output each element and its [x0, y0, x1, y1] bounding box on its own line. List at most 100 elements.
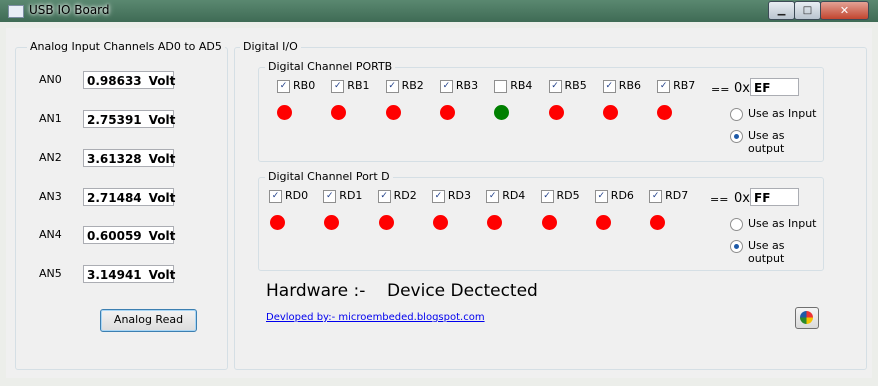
pin-checkbox[interactable]: ✓: [657, 80, 671, 93]
portb-hex-prefix: 0x: [734, 81, 750, 96]
analog-channel-label: AN2: [39, 151, 62, 164]
digital-io-group: Digital I/O Digital Channel PORTB ✓ RB0 ✓ R…: [234, 40, 867, 370]
pin-label: RB7: [673, 79, 696, 92]
pin-label: RD0: [285, 189, 309, 202]
analog-channel-label: AN0: [39, 73, 62, 86]
minimize-button[interactable]: ▁: [768, 1, 795, 20]
analog-channel-label: AN1: [39, 112, 62, 125]
pin-checkbox[interactable]: ✓: [540, 190, 554, 203]
analog-value: 0.98633: [87, 74, 142, 88]
pin-checkbox[interactable]: ✓: [377, 190, 391, 203]
portd-eq: ==: [710, 193, 729, 206]
pin-label: RB2: [401, 79, 424, 92]
pin-label: RD3: [447, 189, 472, 202]
pin-label: RB6: [618, 79, 641, 92]
analog-unit: Volt: [148, 191, 176, 205]
pin-checkbox[interactable]: ✓: [602, 80, 616, 93]
pin-checkbox[interactable]: ✓: [594, 190, 608, 203]
analog-value: 2.71484: [87, 191, 142, 205]
pin-led-indicator: [385, 105, 401, 120]
app-window: USB IO Board ▁ □ ✕ Analog Input Channels…: [0, 0, 878, 386]
pin-checkbox[interactable]: ✓: [548, 80, 562, 93]
pin-led-indicator: [277, 105, 292, 120]
analog-group: Analog Input Channels AD0 to AD5 AN0 0.98…: [15, 40, 228, 370]
portd-hex-field[interactable]: FF: [750, 188, 799, 206]
analog-unit: Volt: [148, 152, 176, 166]
window-title: USB IO Board: [29, 3, 110, 17]
pin-label: RB0: [293, 79, 316, 92]
portd-group-label: Digital Channel Port D: [265, 170, 393, 183]
pin-led-indicator: [324, 215, 340, 230]
pin-checkbox[interactable]: ✓: [486, 190, 500, 203]
pin-checkbox[interactable]: ✓: [439, 80, 453, 93]
portb-radio-output[interactable]: [730, 130, 743, 143]
maximize-button[interactable]: □: [794, 1, 821, 20]
pin-label: RB5: [564, 79, 587, 92]
analog-channel-label: AN3: [39, 190, 62, 203]
title-bar: USB IO Board ▁ □ ✕: [0, 0, 878, 22]
pin-label: RD1: [339, 189, 363, 202]
pin-checkbox[interactable]: ✓: [269, 190, 282, 203]
pin-checkbox[interactable]: ✓: [431, 190, 445, 203]
portd-hex-prefix: 0x: [734, 191, 750, 206]
pin-label: RB4: [510, 79, 533, 92]
pin-checkbox[interactable]: ✓: [277, 80, 290, 93]
credit-link[interactable]: Devloped by:- microembeded.blogspot.com: [266, 312, 485, 323]
pin-led-indicator: [548, 105, 564, 120]
pin-led-indicator: [331, 105, 347, 120]
pin-led-indicator: [494, 105, 510, 120]
pin-led-indicator: [439, 105, 455, 120]
hardware-label: Hardware :-: [266, 281, 366, 301]
portb-radio-output-label: Use as output: [748, 129, 785, 155]
color-wheel-icon: [800, 311, 813, 324]
analog-channel-label: AN4: [39, 228, 62, 241]
pin-led-indicator: [378, 215, 394, 230]
analog-channel-label: AN5: [39, 267, 62, 280]
portd-radio-output[interactable]: [730, 240, 743, 253]
pin-led-indicator: [432, 215, 448, 230]
digital-io-group-label: Digital I/O: [240, 40, 301, 53]
analog-group-label: Analog Input Channels AD0 to AD5: [27, 40, 225, 53]
pin-led-indicator: [657, 105, 673, 120]
pin-checkbox[interactable]: ✓: [331, 80, 345, 93]
client-area: Analog Input Channels AD0 to AD5 AN0 0.98…: [6, 28, 872, 378]
pin-led-indicator: [487, 215, 503, 230]
pin-led-indicator: [595, 215, 611, 230]
analog-value-field[interactable]: 3.61328 Volt: [83, 149, 176, 167]
pin-led-indicator: [650, 215, 666, 230]
close-button[interactable]: ✕: [820, 1, 869, 20]
analog-value: 3.14941: [87, 268, 142, 282]
analog-unit: Volt: [148, 113, 176, 127]
pin-label: RB1: [347, 79, 370, 92]
pin-led-indicator: [602, 105, 618, 120]
pin-checkbox[interactable]: ✓: [649, 190, 663, 203]
pin-label: RD2: [393, 189, 417, 202]
app-icon: [8, 5, 24, 18]
pin-checkbox[interactable]: ✓: [385, 80, 399, 93]
analog-unit: Volt: [148, 229, 176, 243]
portb-radio-input[interactable]: [730, 108, 743, 121]
portb-hex-field[interactable]: EF: [750, 78, 799, 96]
pin-led-indicator: [270, 215, 285, 230]
analog-value-field[interactable]: 2.75391 Volt: [83, 110, 176, 128]
analog-read-button[interactable]: Analog Read: [100, 309, 197, 332]
analog-value-field[interactable]: 2.71484 Volt: [83, 188, 176, 206]
portd-radio-input[interactable]: [730, 218, 743, 231]
pin-checkbox[interactable]: [494, 80, 508, 93]
pin-led-indicator: [541, 215, 557, 230]
pin-checkbox[interactable]: ✓: [323, 190, 337, 203]
portb-group-label: Digital Channel PORTB: [265, 60, 396, 73]
pin-label: RD5: [556, 189, 580, 202]
analog-value-field[interactable]: 0.98633 Volt: [83, 71, 176, 89]
portd-group: Digital Channel Port D ✓ RD0 ✓ RD1 ✓ RD2 ✓ RD3 ✓…: [258, 170, 824, 271]
analog-value-field[interactable]: 3.14941 Volt: [83, 265, 176, 283]
pin-label: RB3: [455, 79, 479, 92]
pin-label: RD4: [502, 189, 526, 202]
color-wheel-button[interactable]: [795, 307, 819, 329]
portd-radio-output-label: Use as output: [748, 239, 785, 265]
analog-value-field[interactable]: 0.60059 Volt: [83, 226, 176, 244]
portd-radio-input-label: Use as Input: [748, 217, 817, 230]
analog-unit: Volt: [148, 74, 176, 88]
analog-unit: Volt: [148, 268, 176, 282]
analog-value: 0.60059: [87, 229, 142, 243]
